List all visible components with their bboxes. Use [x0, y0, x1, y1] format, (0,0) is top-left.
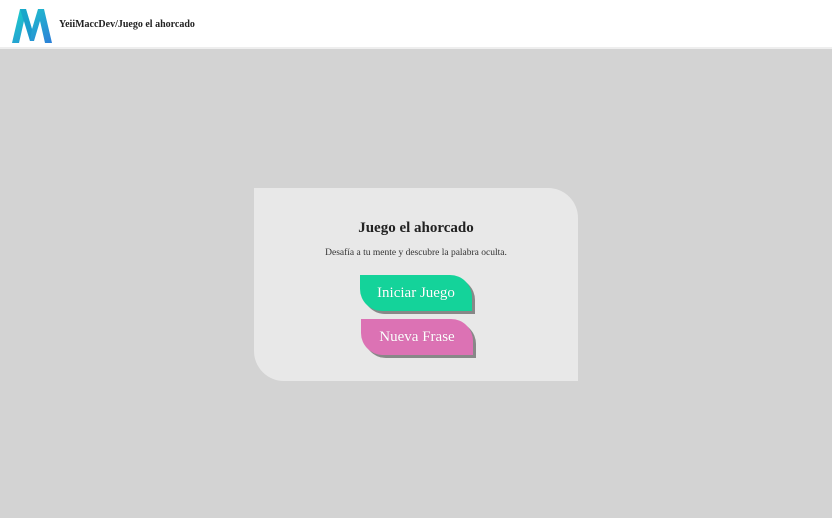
m-logo-icon[interactable] — [10, 7, 54, 45]
game-card: Juego el ahorcado Desafía a tu mente y d… — [254, 188, 578, 381]
new-phrase-button[interactable]: Nueva Frase — [361, 319, 473, 355]
game-subtitle: Desafía a tu mente y descubre la palabra… — [325, 248, 507, 258]
game-title: Juego el ahorcado — [358, 220, 474, 236]
top-navbar: YeiiMaccDev/Juego el ahorcado — [0, 0, 832, 49]
start-game-button[interactable]: Iniciar Juego — [360, 275, 472, 311]
brand-title[interactable]: YeiiMaccDev/Juego el ahorcado — [59, 19, 195, 30]
